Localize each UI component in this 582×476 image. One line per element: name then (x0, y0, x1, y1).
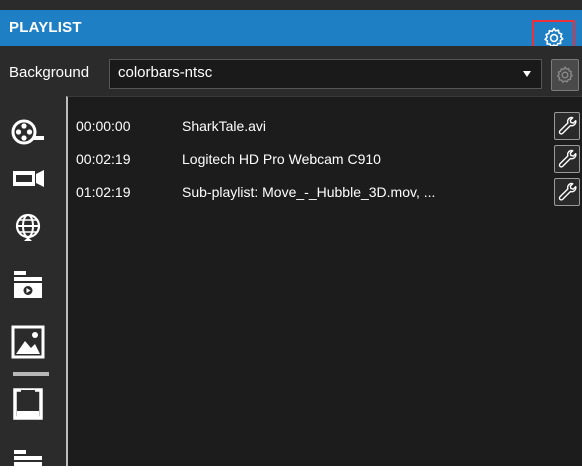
item-settings-button[interactable] (554, 112, 580, 140)
item-start-time: 00:00:00 (76, 118, 131, 134)
item-name: SharkTale.avi (182, 118, 267, 134)
item-start-time: 01:02:19 (76, 184, 131, 200)
folder-media-icon (14, 271, 42, 298)
playlist-list: 00:00:00 SharkTale.avi 00:02:19 Logitech… (66, 96, 582, 466)
background-select[interactable]: colorbars-ntsc (109, 59, 542, 89)
background-settings-button[interactable] (551, 59, 579, 91)
wrench-icon (558, 149, 577, 168)
sidebar-selection-indicator (13, 372, 49, 376)
sidebar-item-camera[interactable] (10, 160, 46, 196)
folder-icon (14, 450, 42, 472)
sidebar-item-media-file[interactable] (10, 114, 46, 150)
sidebar-item-media-folder[interactable] (10, 266, 46, 302)
sidebar-item-folder[interactable] (10, 440, 46, 476)
item-name: Logitech HD Pro Webcam C910 (182, 151, 381, 167)
webcam-icon (13, 170, 44, 187)
sidebar-item-web[interactable] (10, 208, 46, 244)
source-sidebar (0, 96, 66, 472)
item-settings-button[interactable] (554, 178, 580, 206)
globe-icon (15, 213, 41, 241)
wrench-icon (558, 182, 577, 201)
background-row: Background colorbars-ntsc (0, 46, 582, 96)
playlist-row[interactable]: 00:00:00 SharkTale.avi (68, 110, 582, 140)
sidebar-item-save[interactable] (10, 386, 46, 422)
item-start-time: 00:02:19 (76, 151, 131, 167)
background-label: Background (9, 64, 90, 81)
playlist-row[interactable]: 00:02:19 Logitech HD Pro Webcam C910 (68, 143, 582, 173)
playlist-row[interactable]: 01:02:19 Sub-playlist: Move_-_Hubble_3D.… (68, 176, 582, 206)
chevron-down-icon (523, 71, 531, 77)
item-settings-button[interactable] (554, 145, 580, 173)
panel-title: PLAYLIST (9, 19, 82, 36)
gear-icon (556, 66, 573, 83)
playlist-panel: PLAYLIST Background colorbars-ntsc 00:00… (0, 0, 582, 472)
playlist-header: PLAYLIST (0, 10, 582, 56)
image-icon (11, 325, 45, 359)
film-reel-icon (11, 119, 44, 145)
wrench-icon (558, 116, 577, 135)
save-icon (13, 388, 43, 420)
sidebar-item-image[interactable] (10, 324, 46, 360)
item-name: Sub-playlist: Move_-_Hubble_3D.mov, ... (182, 184, 436, 200)
background-select-value: colorbars-ntsc (118, 64, 213, 81)
